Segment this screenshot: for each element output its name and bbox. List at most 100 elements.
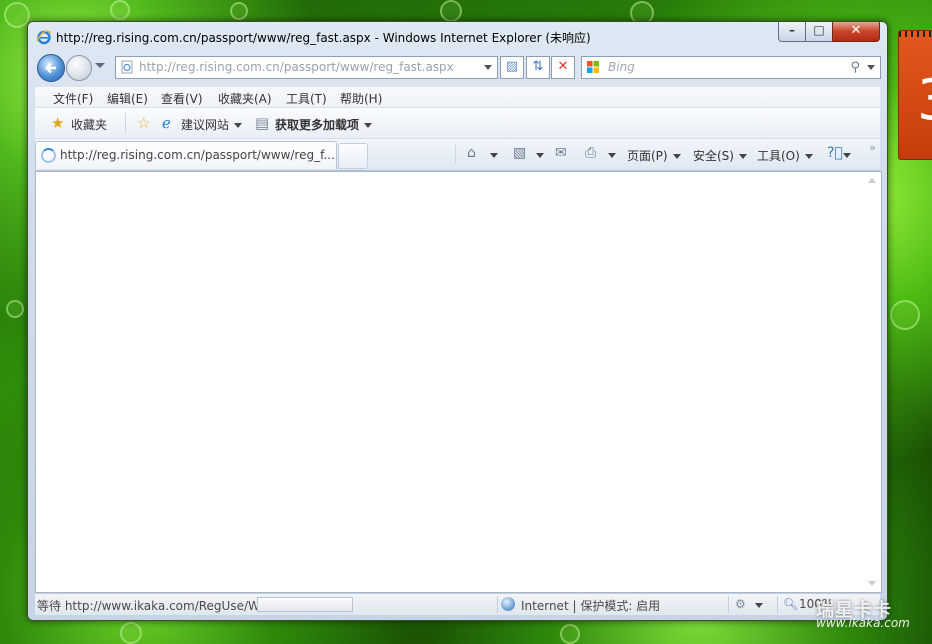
get-addons-link[interactable]: 获取更多加载项 <box>275 116 373 133</box>
search-icon[interactable]: ⚲ <box>850 60 860 75</box>
feeds-icon[interactable]: ▧ <box>513 145 526 161</box>
print-icon[interactable]: ⎙ <box>585 145 596 161</box>
scroll-down-icon[interactable] <box>868 581 876 586</box>
maximize-icon: □ <box>813 23 825 37</box>
wallpaper-bubble <box>6 300 24 318</box>
bing-logo-icon <box>587 61 599 73</box>
status-bar: 等待 http://www.ikaka.com/RegUse/W Interne… <box>35 593 880 615</box>
chevron-down-icon <box>364 123 373 128</box>
compatibility-view-icon: ▨ <box>505 59 519 74</box>
gadget-rings <box>899 31 932 37</box>
home-icon[interactable]: ⌂ <box>467 145 476 161</box>
separator <box>497 596 498 613</box>
wallpaper-bubble <box>890 300 920 330</box>
ie-page-icon: ℯ <box>162 114 171 132</box>
loading-icon <box>41 148 56 163</box>
popup-blocker-icon[interactable]: ⚙ <box>735 597 746 611</box>
recent-pages-dropdown[interactable] <box>95 63 105 68</box>
compatibility-view-button[interactable]: ▨ <box>500 56 524 79</box>
separator <box>777 596 778 613</box>
wallpaper-bubble <box>560 624 580 644</box>
menu-help[interactable]: 帮助(H) <box>340 90 382 107</box>
separator <box>125 113 126 133</box>
address-bar[interactable]: http://reg.rising.com.cn/passport/www/re… <box>115 56 498 79</box>
forward-arrow-icon <box>74 63 85 73</box>
internet-zone-icon <box>501 597 515 611</box>
separator <box>455 144 456 164</box>
ie-logo-icon <box>36 30 52 45</box>
refresh-icon: ⇅ <box>532 59 544 74</box>
chevron-down-icon <box>804 154 813 159</box>
wallpaper-bubble <box>120 622 142 644</box>
progress-bar <box>257 597 353 612</box>
zoom-icon[interactable]: 🔍︎ <box>783 597 798 611</box>
tab-label: http://reg.rising.com.cn/passport/www/re… <box>60 148 335 162</box>
wallpaper-bubble <box>440 0 462 22</box>
safety-menu[interactable]: 安全(S) <box>693 147 747 164</box>
forward-button[interactable] <box>66 55 92 81</box>
help-icon[interactable]: ?⃝ <box>827 145 843 161</box>
wallpaper-bubble <box>230 2 248 20</box>
vertical-scrollbar[interactable] <box>865 172 881 592</box>
stop-icon: ✕ <box>557 59 569 74</box>
chevron-down-icon <box>672 154 681 159</box>
menu-bar: 文件(F) 编辑(E) 查看(V) 收藏夹(A) 工具(T) 帮助(H) <box>35 87 880 108</box>
wallpaper-bubble <box>110 0 130 20</box>
refresh-button[interactable]: ⇅ <box>526 56 550 79</box>
tools-menu-label: 工具(O) <box>757 149 800 163</box>
page-menu-label: 页面(P) <box>627 149 668 163</box>
address-dropdown-icon[interactable] <box>484 65 492 70</box>
window-title: http://reg.rising.com.cn/passport/www/re… <box>56 31 591 45</box>
back-button[interactable] <box>37 54 65 82</box>
zoom-level[interactable]: 100% <box>799 597 833 611</box>
separator <box>728 596 729 613</box>
menu-file[interactable]: 文件(F) <box>53 90 93 107</box>
back-arrow-icon <box>44 62 56 74</box>
suggested-sites-link[interactable]: 建议网站 <box>181 116 243 133</box>
safety-menu-label: 安全(S) <box>693 149 734 163</box>
status-text: 等待 http://www.ikaka.com/RegUse/W <box>37 599 260 613</box>
scroll-up-icon[interactable] <box>868 178 876 183</box>
search-options-dropdown[interactable] <box>867 65 875 70</box>
ie-window: http://reg.rising.com.cn/passport/www/re… <box>27 21 888 621</box>
close-button[interactable]: ✕ <box>832 22 880 42</box>
mail-icon[interactable]: ✉ <box>555 145 567 161</box>
calendar-gadget[interactable]: 3 <box>898 30 932 160</box>
suggested-sites-label: 建议网站 <box>181 118 230 132</box>
addon-page-icon: ▤ <box>255 114 270 132</box>
search-input[interactable]: Bing <box>608 60 635 74</box>
search-box[interactable]: Bing ⚲ <box>581 56 881 79</box>
feeds-dropdown-icon[interactable] <box>536 153 544 158</box>
new-tab-button[interactable] <box>338 143 368 169</box>
menu-tools[interactable]: 工具(T) <box>286 90 327 107</box>
page-content[interactable] <box>35 171 882 593</box>
maximize-button[interactable]: □ <box>805 22 833 42</box>
menu-favorites[interactable]: 收藏夹(A) <box>218 90 272 107</box>
page-icon <box>121 60 133 74</box>
favorites-button[interactable]: 收藏夹 <box>71 116 107 133</box>
close-icon: ✕ <box>850 23 862 38</box>
stop-button[interactable]: ✕ <box>551 56 575 79</box>
title-bar[interactable]: http://reg.rising.com.cn/passport/www/re… <box>28 22 887 50</box>
minimize-button[interactable]: – <box>778 22 806 42</box>
page-menu[interactable]: 页面(P) <box>627 147 681 164</box>
home-dropdown-icon[interactable] <box>490 153 498 158</box>
menu-edit[interactable]: 编辑(E) <box>107 90 148 107</box>
menu-view[interactable]: 查看(V) <box>161 90 203 107</box>
address-text[interactable]: http://reg.rising.com.cn/passport/www/re… <box>139 60 454 74</box>
security-zone-text[interactable]: Internet | 保护模式: 启用 <box>521 597 660 614</box>
more-commands-icon[interactable]: » <box>869 141 876 154</box>
help-dropdown-icon[interactable] <box>843 153 851 158</box>
chevron-down-icon <box>234 123 243 128</box>
navigation-bar: http://reg.rising.com.cn/passport/www/re… <box>35 52 881 84</box>
command-bar: http://reg.rising.com.cn/passport/www/re… <box>35 139 880 171</box>
gadget-day: 3 <box>917 73 932 129</box>
minimize-icon: – <box>789 23 795 37</box>
add-favorite-icon[interactable]: ☆ <box>137 114 150 132</box>
print-dropdown-icon[interactable] <box>608 153 616 158</box>
chevron-down-icon <box>738 154 747 159</box>
favorites-star-icon[interactable]: ★ <box>51 114 64 132</box>
chevron-down-icon[interactable] <box>755 603 763 608</box>
tools-menu[interactable]: 工具(O) <box>757 147 813 164</box>
tab-current-page[interactable]: http://reg.rising.com.cn/passport/www/re… <box>35 141 337 169</box>
